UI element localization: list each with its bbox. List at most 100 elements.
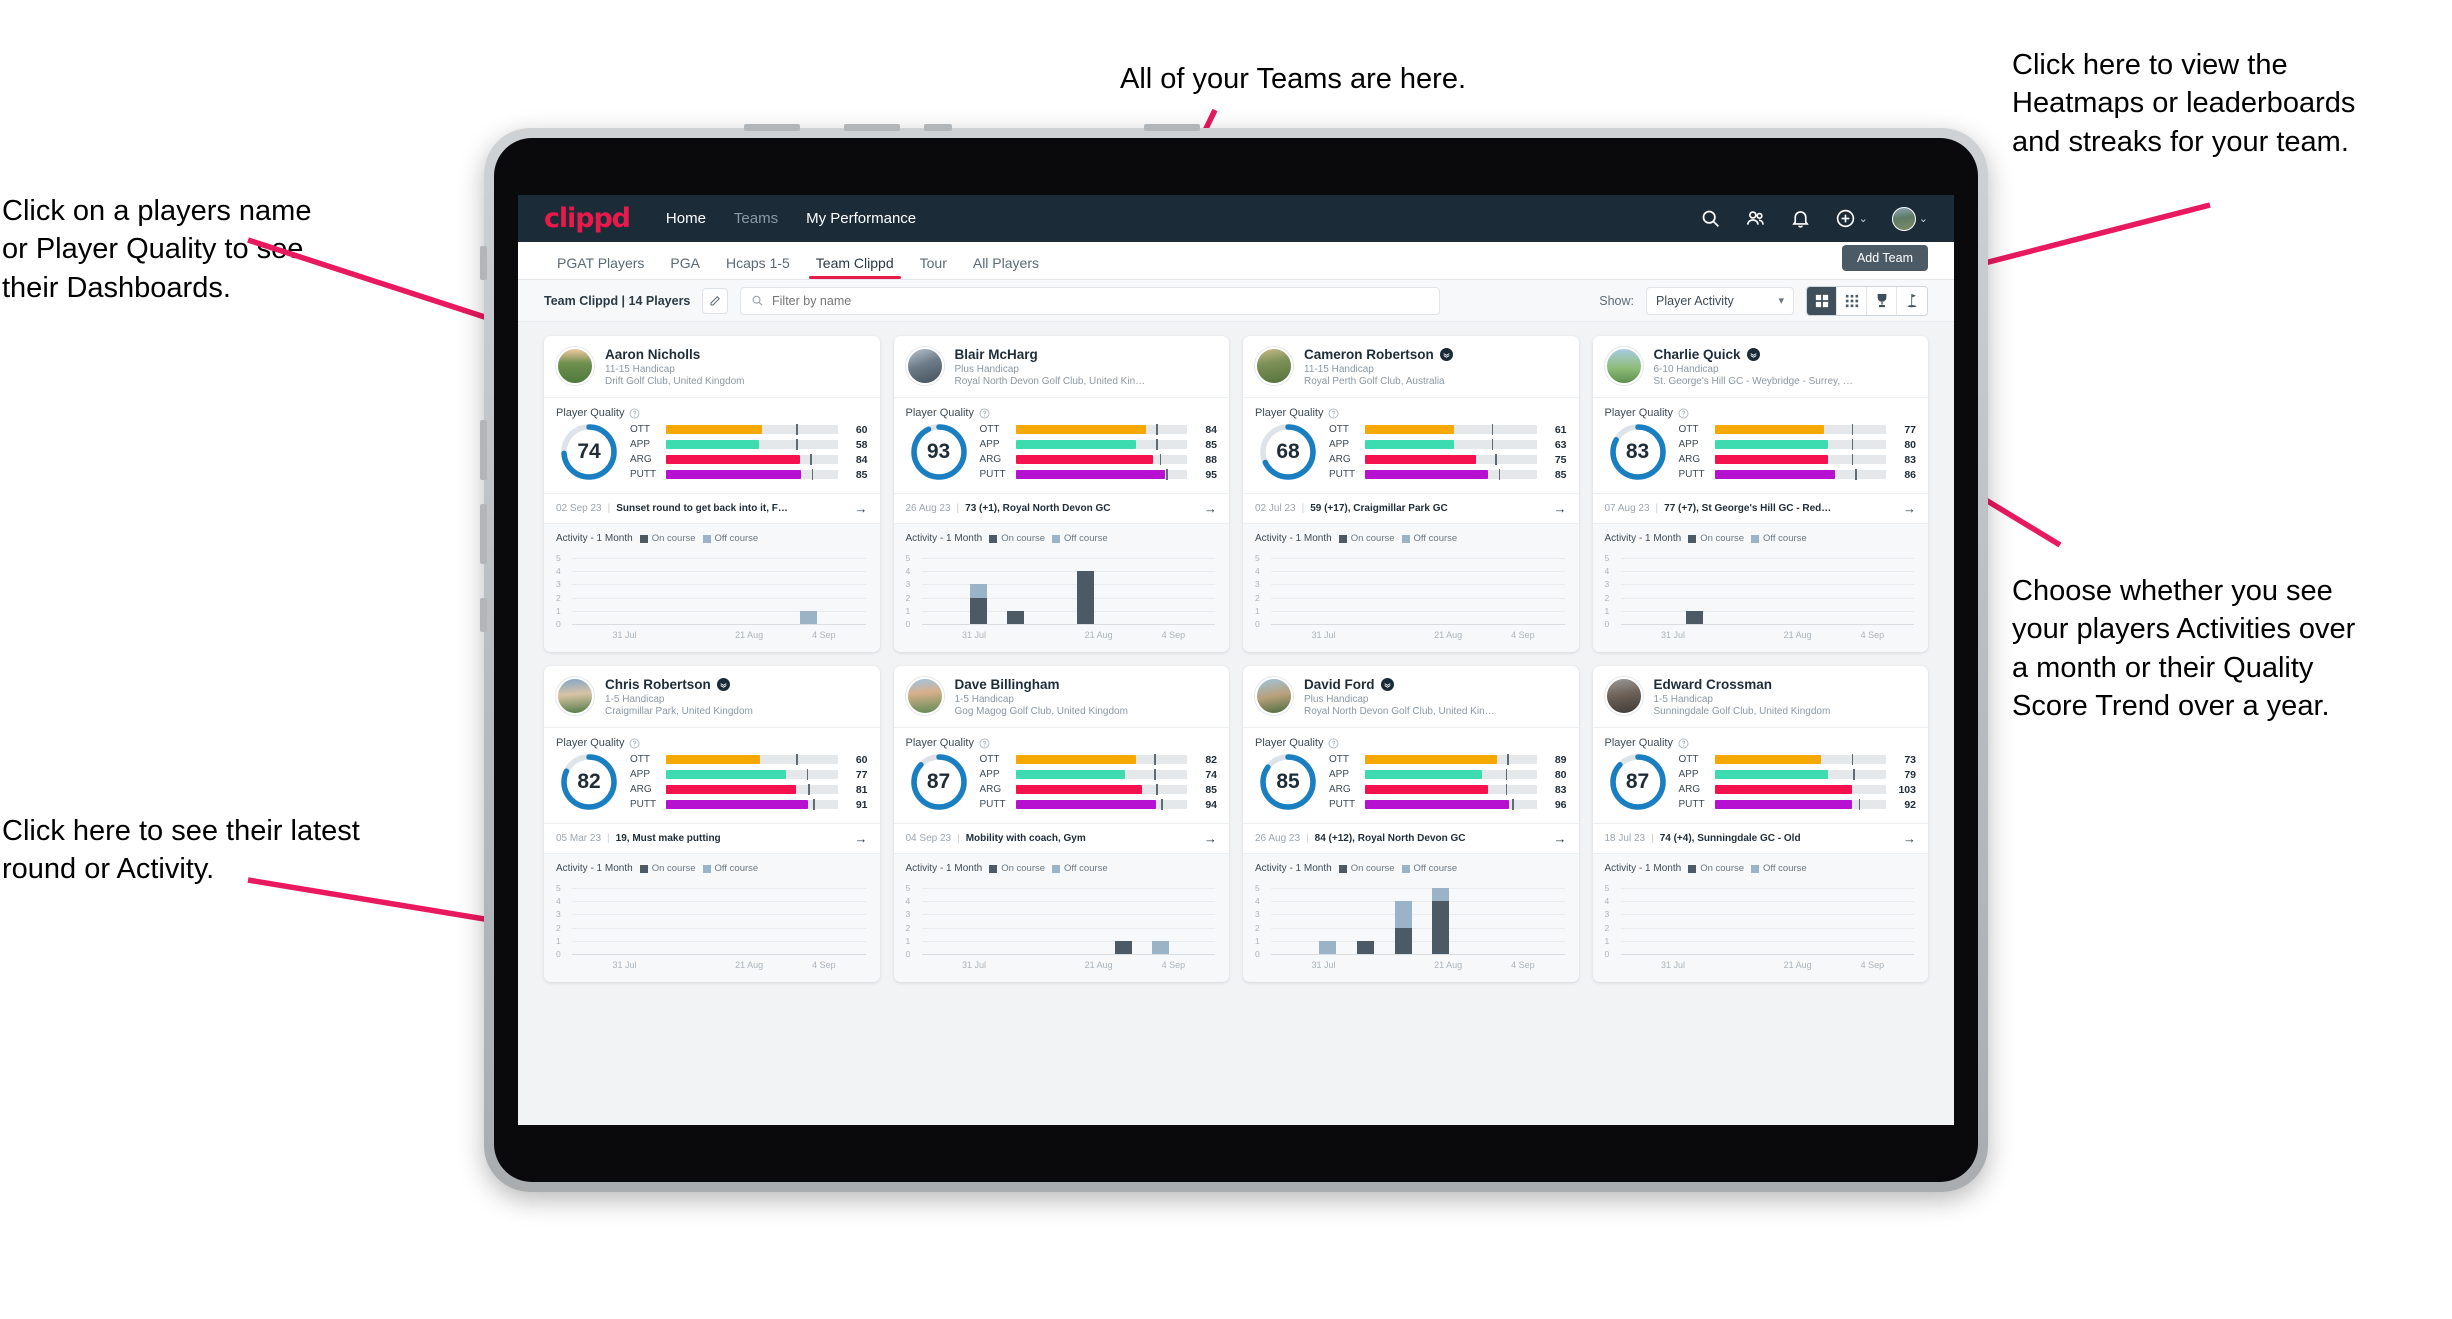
user-menu[interactable]: ⌄	[1891, 206, 1928, 231]
help-icon[interactable]	[979, 408, 990, 419]
trophy-icon-button[interactable]	[1867, 286, 1897, 315]
player-card-header[interactable]: Aaron Nicholls 11-15 Handicap Drift Golf C…	[544, 336, 880, 397]
player-avatar[interactable]	[1255, 347, 1293, 385]
bell-icon[interactable]	[1790, 208, 1811, 229]
chart-bar[interactable]	[1076, 571, 1094, 624]
search-icon[interactable]	[1700, 208, 1721, 229]
quality-score-ring[interactable]: 93	[908, 421, 970, 483]
player-name-row[interactable]: Edward Crossman	[1654, 677, 1831, 692]
player-name-row[interactable]: Charlie Quick	[1654, 347, 1853, 362]
chart-bar[interactable]	[1686, 610, 1704, 624]
help-icon[interactable]	[629, 408, 640, 419]
player-card-header[interactable]: David Ford Plus Handicap Royal North Devon…	[1243, 666, 1579, 727]
player-card[interactable]: David Ford Plus Handicap Royal North Devon…	[1243, 666, 1579, 982]
player-name-row[interactable]: Dave Billingham	[955, 677, 1128, 692]
quality-score-ring[interactable]: 82	[558, 751, 620, 813]
tab-all-players[interactable]: All Players	[960, 255, 1052, 279]
latest-round-row[interactable]: 05 Mar 23 | 19, Must make putting →	[544, 823, 880, 853]
player-card-header[interactable]: Edward Crossman 1-5 Handicap Sunningdale G…	[1593, 666, 1929, 727]
player-quality-section[interactable]: Player Quality 74 OTT 60 APP 58 ARG 84 PUTT 85	[544, 398, 880, 493]
player-avatar[interactable]	[556, 677, 594, 715]
player-name[interactable]: Dave Billingham	[955, 677, 1060, 692]
player-avatar[interactable]	[905, 677, 944, 715]
player-card[interactable]: Charlie Quick 6-10 Handicap St. George's H…	[1592, 336, 1929, 652]
player-avatar[interactable]	[1255, 677, 1293, 715]
tab-tour[interactable]: Tour	[907, 255, 960, 279]
player-card-header[interactable]: Dave Billingham 1-5 Handicap Gog Magog Gol…	[894, 666, 1230, 727]
chevron-down-icon[interactable]: ▾	[1778, 294, 1784, 307]
latest-round-row[interactable]: 02 Sep 23 | Sunset round to get back into …	[544, 493, 880, 523]
player-quality-section[interactable]: Player Quality 83 OTT 77 APP 80 ARG 83 PUTT 86	[1593, 398, 1929, 493]
arrow-right-icon[interactable]: →	[855, 831, 868, 846]
player-name[interactable]: David Ford	[1304, 677, 1375, 692]
player-card[interactable]: Aaron Nicholls 11-15 Handicap Drift Golf C…	[544, 336, 880, 652]
nav-link-my-performance[interactable]: My Performance	[806, 210, 916, 227]
arrow-right-icon[interactable]: →	[1204, 831, 1217, 846]
player-card-header[interactable]: Blair McHarg Plus Handicap Royal North Dev…	[894, 336, 1230, 397]
player-quality-section[interactable]: Player Quality 87 OTT 73 APP 79 ARG 103 PUTT 92	[1593, 728, 1929, 823]
chart-bar[interactable]	[1114, 940, 1132, 954]
player-name[interactable]: Aaron Nicholls	[605, 347, 700, 362]
plus-circle-icon[interactable]	[1835, 208, 1856, 229]
nav-link-home[interactable]: Home	[666, 210, 706, 227]
quality-score-ring[interactable]: 85	[1257, 751, 1319, 813]
people-icon[interactable]	[1745, 208, 1766, 229]
latest-round-row[interactable]: 07 Aug 23 | 77 (+7), St George's Hill GC -…	[1592, 493, 1928, 523]
flag-pin-icon-button[interactable]	[1897, 286, 1927, 315]
arrow-right-icon[interactable]: →	[855, 501, 868, 516]
arrow-right-icon[interactable]: →	[1554, 831, 1567, 846]
arrow-right-icon[interactable]: →	[1903, 501, 1916, 516]
player-card-header[interactable]: Cameron Robertson 11-15 Handicap Royal Per…	[1243, 336, 1579, 397]
player-card[interactable]: Cameron Robertson 11-15 Handicap Royal Per…	[1243, 336, 1579, 652]
latest-round-row[interactable]: 26 Aug 23 | 73 (+1), Royal North Devon GC →	[893, 493, 1229, 523]
help-icon[interactable]	[1678, 408, 1689, 419]
player-card[interactable]: Blair McHarg Plus Handicap Royal North Dev…	[893, 336, 1230, 652]
player-name-row[interactable]: Blair McHarg	[955, 347, 1146, 362]
arrow-right-icon[interactable]: →	[1554, 501, 1567, 516]
player-name-row[interactable]: Aaron Nicholls	[605, 347, 745, 362]
player-card-header[interactable]: Charlie Quick 6-10 Handicap St. George's H…	[1593, 336, 1929, 397]
arrow-right-icon[interactable]: →	[1204, 501, 1217, 516]
player-name[interactable]: Charlie Quick	[1654, 347, 1741, 362]
player-quality-section[interactable]: Player Quality 87 OTT 82 APP 74 ARG 85 PUTT 94	[894, 728, 1230, 823]
avatar[interactable]	[1891, 206, 1916, 231]
quality-score-ring[interactable]: 87	[908, 751, 970, 813]
player-name[interactable]: Cameron Robertson	[1304, 347, 1434, 362]
player-name-row[interactable]: David Ford	[1304, 677, 1495, 692]
player-quality-section[interactable]: Player Quality 93 OTT 84 APP 85 ARG 88 PUTT 95	[894, 398, 1230, 493]
quality-score-ring[interactable]: 68	[1257, 421, 1319, 483]
player-avatar[interactable]	[1604, 347, 1643, 385]
arrow-right-icon[interactable]: →	[1903, 831, 1916, 846]
chart-bar[interactable]	[969, 584, 987, 624]
chart-bar[interactable]	[1319, 940, 1337, 954]
player-name[interactable]: Blair McHarg	[955, 347, 1038, 362]
chevron-down-icon[interactable]: ⌄	[1859, 212, 1868, 225]
tab-hcaps-1-5[interactable]: Hcaps 1-5	[713, 255, 803, 279]
edit-team-button[interactable]	[702, 287, 729, 314]
help-icon[interactable]	[629, 738, 640, 749]
latest-round-row[interactable]: 02 Jul 23 | 59 (+17), Craigmillar Park GC →	[1243, 493, 1579, 523]
chart-bar[interactable]	[1432, 888, 1450, 954]
add-menu[interactable]: ⌄	[1835, 208, 1868, 229]
latest-round-row[interactable]: 26 Aug 23 | 84 (+12), Royal North Devon GC…	[1243, 823, 1579, 853]
player-card[interactable]: Chris Robertson 1-5 Handicap Craigmillar P…	[544, 666, 880, 982]
add-team-button[interactable]: Add Team	[1841, 245, 1928, 271]
chart-bar[interactable]	[1356, 940, 1374, 954]
player-card-header[interactable]: Chris Robertson 1-5 Handicap Craigmillar P…	[544, 666, 880, 727]
chart-bar[interactable]	[1394, 901, 1412, 954]
player-avatar[interactable]	[556, 347, 594, 385]
chevron-down-icon[interactable]: ⌄	[1919, 212, 1928, 225]
player-avatar[interactable]	[1604, 677, 1643, 715]
latest-round-row[interactable]: 18 Jul 23 | 74 (+4), Sunningdale GC - Old →	[1592, 823, 1928, 853]
chart-bar[interactable]	[1007, 610, 1025, 624]
quality-score-ring[interactable]: 87	[1607, 751, 1669, 813]
chart-bar[interactable]	[799, 610, 817, 624]
quality-score-ring[interactable]: 83	[1607, 421, 1669, 483]
chart-bar[interactable]	[1152, 940, 1170, 954]
help-icon[interactable]	[979, 738, 990, 749]
quality-score-ring[interactable]: 74	[558, 421, 620, 483]
tab-pga[interactable]: PGA	[657, 255, 713, 279]
latest-round-row[interactable]: 04 Sep 23 | Mobility with coach, Gym →	[893, 823, 1229, 853]
clippd-logo[interactable]: clippd	[544, 203, 631, 234]
nav-link-teams[interactable]: Teams	[734, 210, 778, 227]
